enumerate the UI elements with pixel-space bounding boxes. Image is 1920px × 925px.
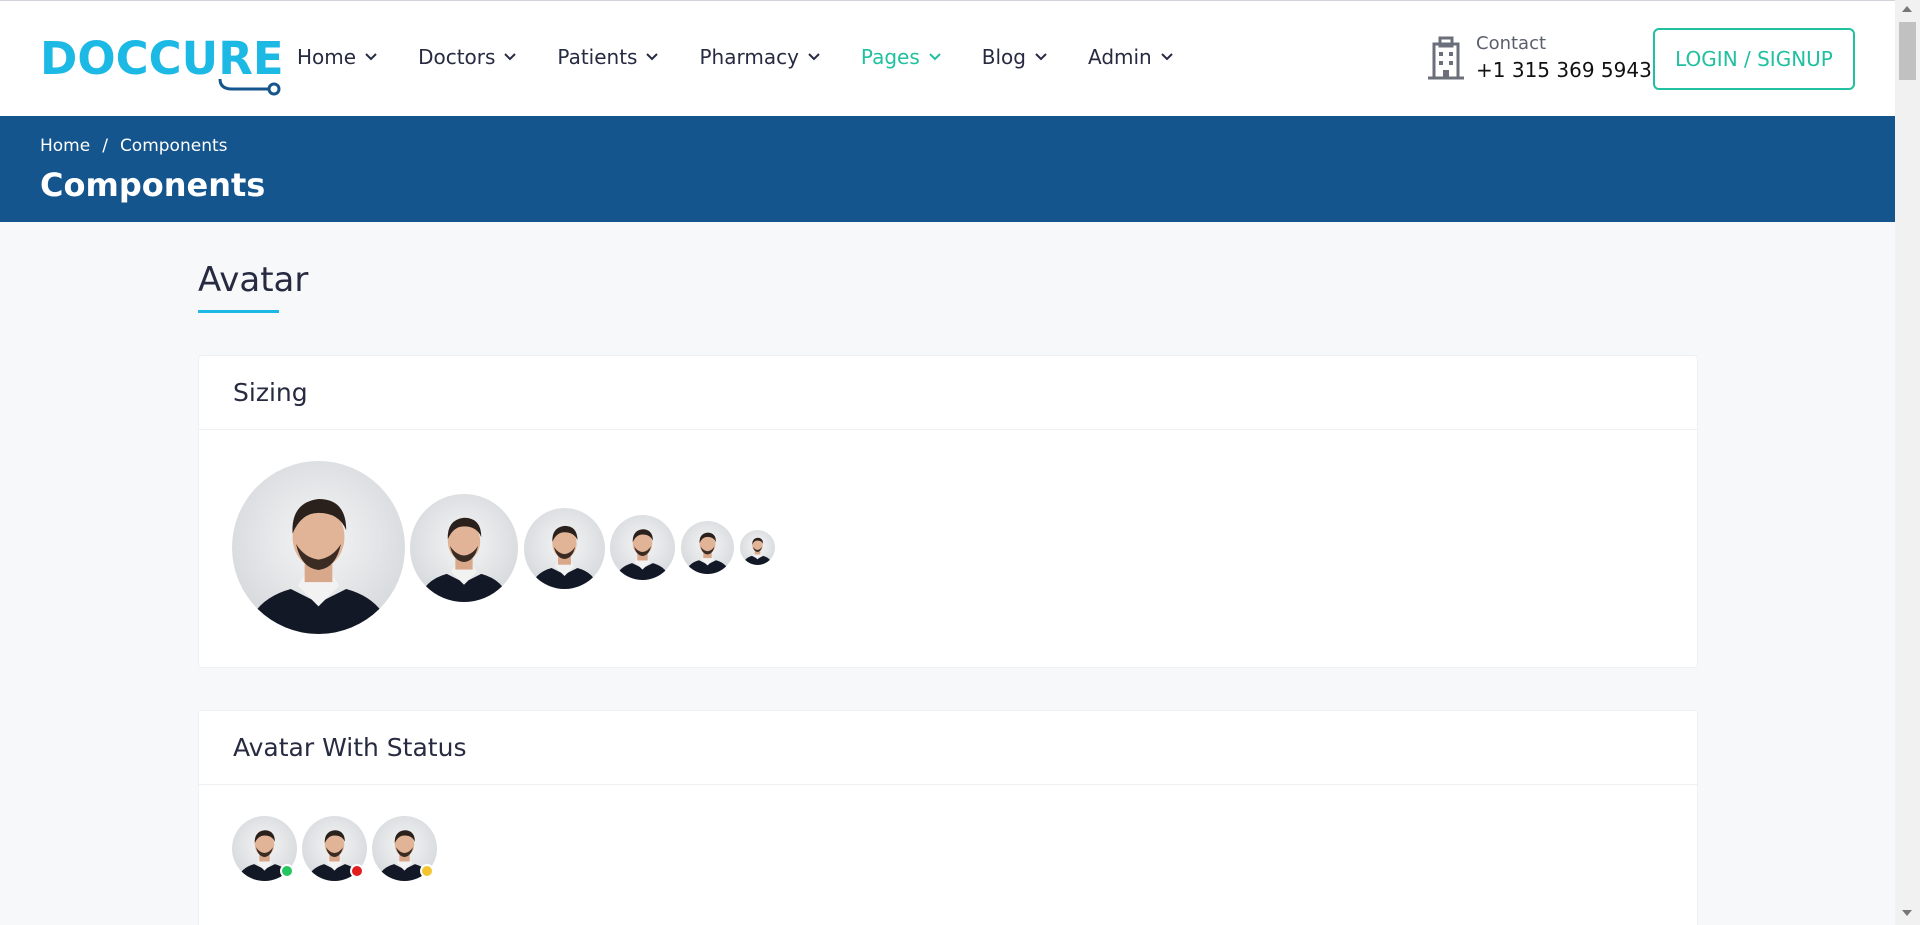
chevron-down-icon xyxy=(646,53,659,61)
title-underline xyxy=(198,310,279,313)
breadcrumb-current: Components xyxy=(119,136,228,156)
chevron-down-icon xyxy=(504,53,517,61)
avatar-xs xyxy=(740,530,775,565)
breadcrumb-banner: Home / Components Components xyxy=(0,116,1895,222)
scroll-down-arrow-icon[interactable] xyxy=(1902,910,1912,916)
status-online-dot xyxy=(280,864,294,878)
contact-phone[interactable]: +1 315 369 5943 xyxy=(1476,58,1652,82)
page-title: Components xyxy=(40,166,266,204)
scroll-up-arrow-icon[interactable] xyxy=(1902,6,1912,12)
nav-home[interactable]: Home xyxy=(297,45,378,69)
avatar-lg xyxy=(524,508,605,589)
nav-doctors[interactable]: Doctors xyxy=(418,45,517,69)
chevron-down-icon xyxy=(808,53,820,61)
status-offline-dot xyxy=(350,864,364,878)
contact-label: Contact xyxy=(1476,33,1547,54)
avatar-image xyxy=(524,508,605,589)
stethoscope-icon xyxy=(218,78,281,96)
nav-pages[interactable]: Pages xyxy=(861,45,942,69)
avatar-status-offline xyxy=(302,816,367,881)
avatar-status-away xyxy=(372,816,437,881)
avatar-image xyxy=(410,494,518,602)
scroll-thumb[interactable] xyxy=(1899,22,1916,80)
chevron-down-icon xyxy=(1035,53,1047,61)
avatar-image xyxy=(610,515,675,580)
chevron-down-icon xyxy=(929,53,941,61)
contact-info: Contact +1 315 369 5943 xyxy=(1428,33,1652,82)
avatar-status-online xyxy=(232,816,297,881)
hospital-icon xyxy=(1428,36,1464,79)
avatar-sm xyxy=(681,521,734,574)
avatar-image xyxy=(681,521,734,574)
nav-pharmacy[interactable]: Pharmacy xyxy=(699,45,820,69)
avatar-xl xyxy=(410,494,518,602)
avatar-xxl xyxy=(232,461,405,634)
chevron-down-icon xyxy=(365,53,377,61)
nav-patients[interactable]: Patients xyxy=(557,45,659,69)
doccure-logo[interactable]: DOCCURE xyxy=(40,29,284,96)
breadcrumb-home[interactable]: Home xyxy=(40,136,90,156)
avatar-image xyxy=(232,461,405,634)
section-title: Avatar xyxy=(198,260,309,300)
breadcrumb: Home / Components xyxy=(40,136,228,156)
page-scrollbar[interactable] xyxy=(1895,0,1920,925)
nav-admin[interactable]: Admin xyxy=(1088,45,1174,69)
breadcrumb-separator: / xyxy=(102,136,108,156)
login-signup-button[interactable]: LOGIN / SIGNUP xyxy=(1653,28,1855,90)
main-nav: Home Doctors Patients Pharmacy Pages Blo… xyxy=(297,45,1214,69)
chevron-down-icon xyxy=(1161,53,1173,61)
avatar-image xyxy=(740,530,775,565)
top-navbar: DOCCURE Home Doctors Patients Pharmacy P… xyxy=(0,0,1895,116)
card-title: Sizing xyxy=(199,356,1697,430)
nav-blog[interactable]: Blog xyxy=(982,45,1048,69)
avatar-md xyxy=(610,515,675,580)
card-title: Avatar With Status xyxy=(199,711,1697,785)
status-away-dot xyxy=(420,864,434,878)
